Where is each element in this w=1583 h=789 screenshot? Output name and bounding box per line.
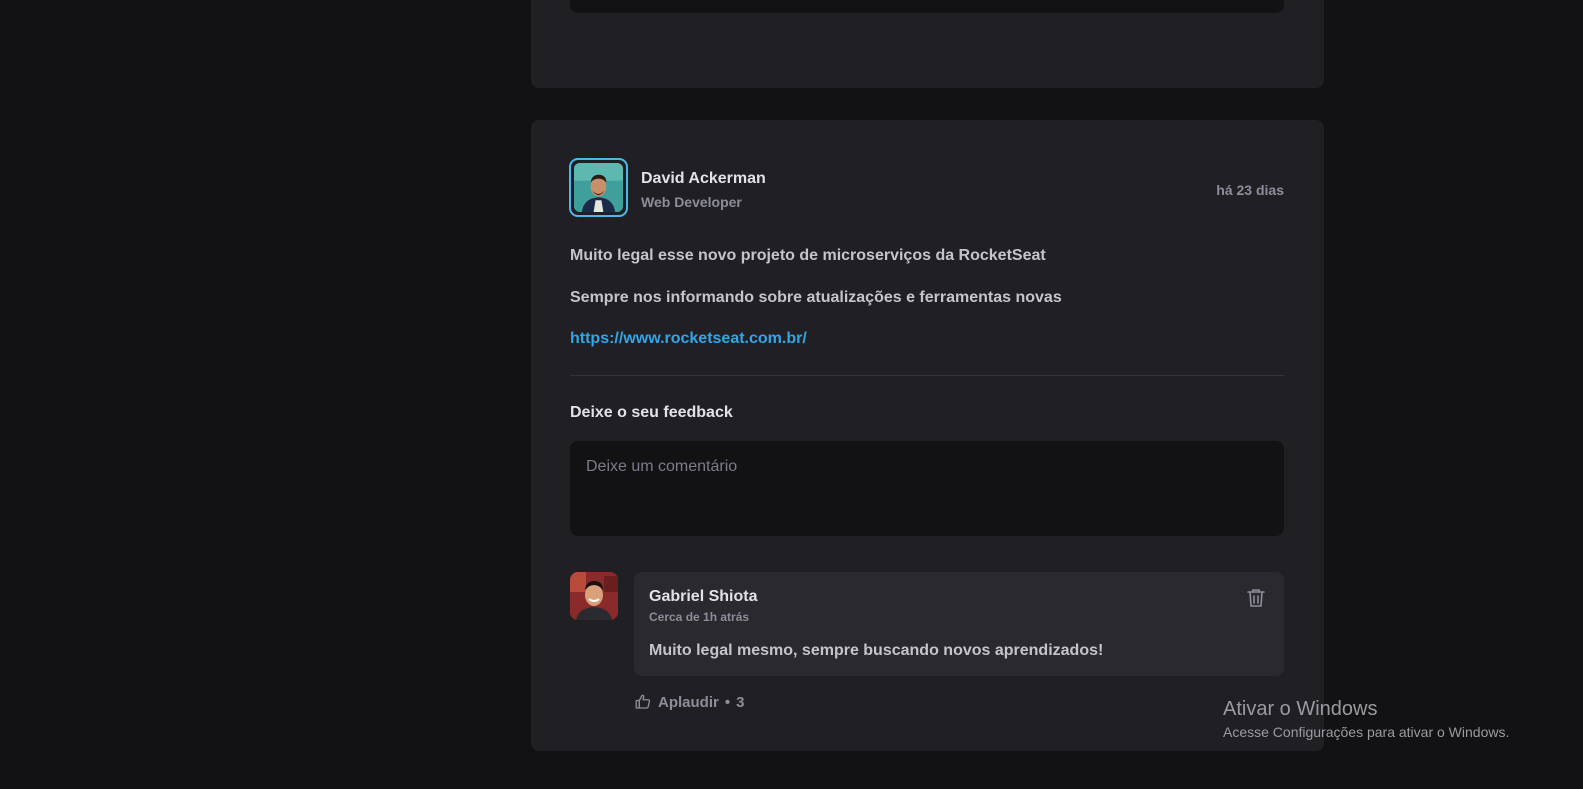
applaud-label: Aplaudir xyxy=(658,693,719,711)
page: David Ackerman Web Developer há 23 dias … xyxy=(0,0,1583,789)
watermark-title: Ativar o Windows xyxy=(1223,698,1378,720)
applaud-count: 3 xyxy=(736,693,745,711)
previous-post-card xyxy=(531,0,1324,88)
post-content-line: Muito legal esse novo projeto de microse… xyxy=(570,247,1046,264)
author-avatar[interactable] xyxy=(569,158,628,217)
post-time: há 23 dias xyxy=(1216,182,1284,198)
author-name: David Ackerman xyxy=(641,170,766,187)
comment-author-avatar[interactable] xyxy=(570,572,618,620)
comment-card: Gabriel Shiota Cerca de 1h atrás Muito l… xyxy=(634,572,1284,676)
thumbs-up-icon xyxy=(635,694,651,709)
watermark-subtitle: Acesse Configurações para ativar o Windo… xyxy=(1223,724,1510,740)
trash-icon xyxy=(1247,589,1265,607)
windows-activation-watermark: Ativar o Windows Acesse Configurações pa… xyxy=(1223,698,1509,740)
divider xyxy=(570,375,1284,376)
applaud-button[interactable]: Aplaudir • 3 xyxy=(634,691,744,713)
comment-author-name: Gabriel Shiota xyxy=(649,588,758,605)
comment-text: Muito legal mesmo, sempre buscando novos… xyxy=(649,642,1104,659)
previous-comment-box[interactable] xyxy=(570,0,1284,13)
delete-comment-button[interactable] xyxy=(1244,586,1268,610)
comment-time: Cerca de 1h atrás xyxy=(649,610,750,624)
post-card: David Ackerman Web Developer há 23 dias … xyxy=(531,120,1324,751)
feedback-title: Deixe o seu feedback xyxy=(570,404,733,421)
author-avatar-image xyxy=(574,163,623,212)
post-content-line: Sempre nos informando sobre atualizações… xyxy=(570,289,1062,306)
post-link[interactable]: https://www.rocketseat.com.br/ xyxy=(570,330,807,348)
author-role: Web Developer xyxy=(641,194,742,210)
comment-input[interactable] xyxy=(570,441,1284,536)
applaud-separator: • xyxy=(724,693,731,711)
